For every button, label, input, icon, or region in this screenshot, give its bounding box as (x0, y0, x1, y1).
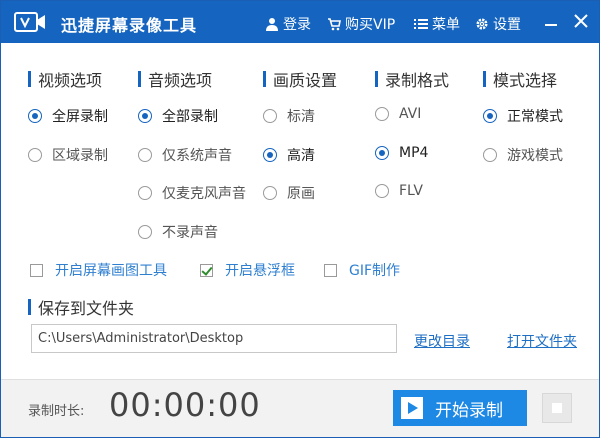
radio-system-sound-only[interactable]: 仅系统声音 (138, 145, 232, 165)
checkbox-label: GIF制作 (349, 263, 401, 279)
mode-select-header: 模式选择 (483, 67, 557, 91)
radio-original-quality[interactable]: 原画 (263, 183, 315, 203)
open-folder-link[interactable]: 打开文件夹 (507, 331, 577, 351)
quality-settings-header: 画质设置 (263, 67, 337, 91)
radio-label: 正常模式 (507, 109, 563, 125)
radio-standard-quality[interactable]: 标清 (263, 106, 315, 126)
save-folder-header: 保存到文件夹 (28, 295, 134, 319)
app-window: 迅捷屏幕录像工具 登录 购买VIP 菜单 设置 视频选项 音频选项 画质设置 录… (0, 0, 600, 438)
radio-indicator (375, 184, 389, 198)
menu-button[interactable]: 菜单 (414, 14, 460, 34)
radio-game-mode[interactable]: 游戏模式 (483, 145, 563, 165)
section-bar (263, 71, 266, 87)
checkbox-screen-draw-tool[interactable]: 开启屏幕画图工具 (30, 260, 167, 280)
cart-icon (328, 18, 341, 31)
radio-indicator (263, 148, 277, 162)
menu-label: 菜单 (432, 17, 460, 33)
section-bar (28, 71, 31, 87)
start-recording-button[interactable]: 开始录制 (393, 390, 527, 426)
radio-indicator (375, 146, 389, 160)
radio-indicator (28, 148, 42, 162)
radio-label: 区域录制 (52, 148, 108, 164)
login-label: 登录 (283, 17, 311, 33)
audio-options-header: 音频选项 (138, 67, 212, 91)
radio-indicator (138, 109, 152, 123)
stop-button[interactable] (542, 393, 572, 423)
radio-region[interactable]: 区域录制 (28, 145, 108, 165)
radio-indicator (138, 225, 152, 239)
section-bar (483, 71, 486, 87)
radio-label: 不录声音 (162, 225, 218, 241)
radio-label: FLV (399, 183, 423, 199)
radio-record-all-audio[interactable]: 全部录制 (138, 106, 218, 126)
change-directory-link[interactable]: 更改目录 (414, 331, 470, 351)
video-options-label: 视频选项 (38, 71, 103, 90)
record-format-header: 录制格式 (375, 67, 449, 91)
radio-label: MP4 (399, 145, 429, 161)
radio-label: AVI (399, 106, 422, 122)
radio-fullscreen[interactable]: 全屏录制 (28, 106, 108, 126)
play-icon (401, 397, 423, 419)
start-recording-label: 开始录制 (435, 400, 503, 421)
radio-indicator (263, 109, 277, 123)
radio-indicator (375, 107, 389, 121)
minimize-icon[interactable] (541, 11, 561, 31)
radio-label: 仅麦克风声音 (162, 186, 246, 202)
radio-no-sound[interactable]: 不录声音 (138, 222, 218, 242)
radio-label: 全屏录制 (52, 109, 108, 125)
radio-label: 原画 (287, 186, 315, 202)
radio-indicator (138, 186, 152, 200)
radio-indicator (28, 109, 42, 123)
buy-vip-label: 购买VIP (345, 17, 396, 33)
app-title: 迅捷屏幕录像工具 (61, 16, 198, 35)
radio-label: 标清 (287, 109, 315, 125)
radio-format-mp4[interactable]: MP4 (375, 145, 428, 161)
checkbox-indicator (324, 263, 337, 277)
gear-icon (476, 18, 488, 30)
buy-vip-button[interactable]: 购买VIP (327, 14, 395, 34)
radio-high-quality[interactable]: 高清 (263, 145, 315, 165)
radio-indicator (483, 148, 497, 162)
section-bar (138, 71, 141, 87)
save-folder-label: 保存到文件夹 (38, 299, 135, 318)
footer-bar: 录制时长: 00:00:00 开始录制 (1, 379, 599, 437)
section-bar (375, 71, 378, 87)
quality-settings-label: 画质设置 (273, 71, 338, 90)
mode-select-label: 模式选择 (493, 71, 558, 90)
user-icon (266, 18, 278, 31)
video-options-header: 视频选项 (28, 67, 102, 91)
radio-microphone-only[interactable]: 仅麦克风声音 (138, 183, 246, 203)
settings-button[interactable]: 设置 (475, 14, 521, 34)
title-bar[interactable]: 迅捷屏幕录像工具 登录 购买VIP 菜单 设置 (1, 1, 599, 43)
radio-label: 游戏模式 (507, 148, 563, 164)
duration-value: 00:00:00 (109, 386, 261, 424)
duration-label: 录制时长: (28, 404, 85, 419)
radio-label: 高清 (287, 148, 315, 164)
radio-format-avi[interactable]: AVI (375, 106, 421, 122)
close-icon[interactable] (571, 11, 591, 31)
menu-icon (414, 19, 428, 29)
checkbox-indicator (30, 263, 43, 277)
audio-options-label: 音频选项 (148, 71, 213, 90)
checkbox-label: 开启屏幕画图工具 (55, 263, 167, 279)
radio-label: 全部录制 (162, 109, 218, 125)
record-format-label: 录制格式 (385, 71, 450, 90)
checkbox-indicator (200, 263, 213, 277)
settings-label: 设置 (493, 17, 521, 33)
radio-label: 仅系统声音 (162, 148, 232, 164)
radio-indicator (138, 148, 152, 162)
save-path-field[interactable]: C:\Users\Administrator\Desktop (31, 324, 397, 353)
camera-logo-icon (14, 12, 45, 32)
checkbox-label: 开启悬浮框 (225, 263, 295, 279)
section-bar (28, 299, 31, 315)
login-button[interactable]: 登录 (265, 14, 311, 34)
radio-indicator (483, 109, 497, 123)
radio-format-flv[interactable]: FLV (375, 183, 423, 199)
radio-indicator (263, 186, 277, 200)
checkbox-gif-maker[interactable]: GIF制作 (324, 260, 400, 280)
checkbox-floating-window[interactable]: 开启悬浮框 (200, 260, 295, 280)
radio-normal-mode[interactable]: 正常模式 (483, 106, 563, 126)
